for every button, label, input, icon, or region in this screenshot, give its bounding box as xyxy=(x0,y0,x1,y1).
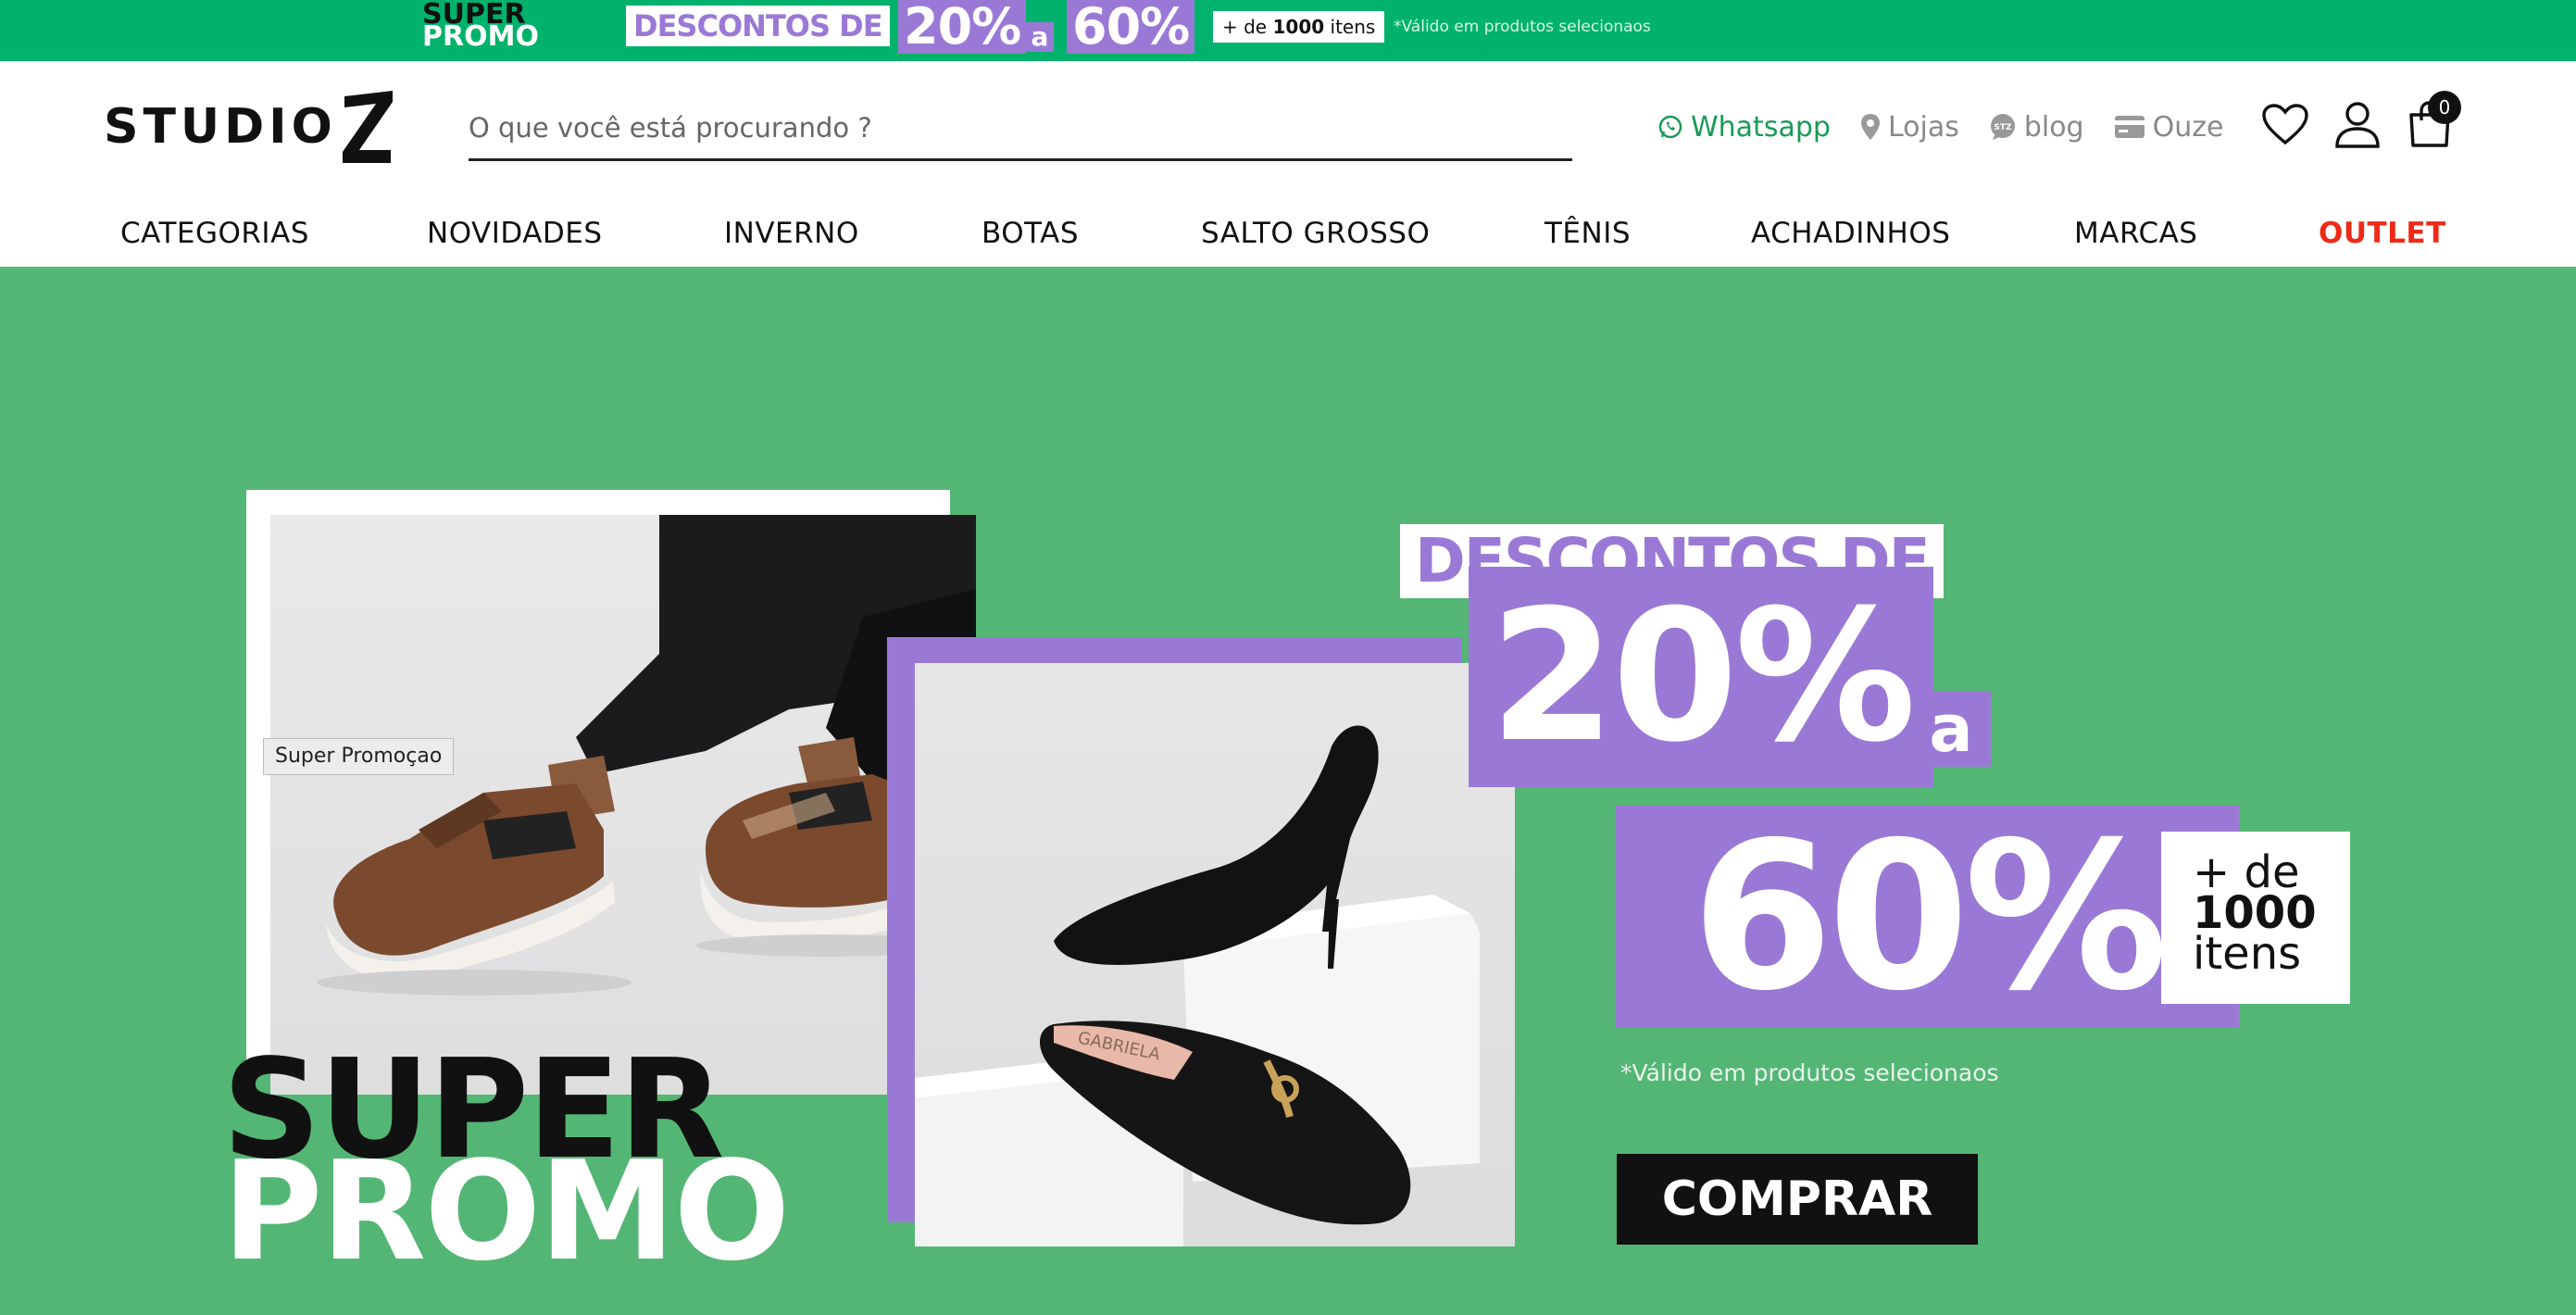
super-promo-title: SUPER PROMO xyxy=(222,1041,790,1291)
wishlist-button[interactable] xyxy=(2259,96,2311,152)
heels-image: GABRIELA xyxy=(915,725,1480,1246)
nav-categorias[interactable]: CATEGORIAS xyxy=(120,209,309,257)
whatsapp-link[interactable]: Whatsapp xyxy=(1657,111,1831,144)
discount-from-badge: 20% xyxy=(1469,567,1933,787)
discount-to-badge: 60% xyxy=(1615,806,2239,1028)
validity-note: *Válido em produtos selecionaos xyxy=(1620,1059,1999,1086)
super-promocao-tag: Super Promoçao xyxy=(263,738,455,775)
stores-link[interactable]: Lojas xyxy=(1860,111,1959,144)
nav-outlet[interactable]: OUTLET xyxy=(2319,209,2446,257)
logo-z-mark xyxy=(342,91,393,163)
items-count-badge: + de 1000 itens xyxy=(2161,832,2350,1004)
whatsapp-label: Whatsapp xyxy=(1691,110,1831,144)
sneakers-photo xyxy=(270,515,976,1095)
promo-strip-descontos: DESCONTOS DE xyxy=(626,6,890,46)
account-button[interactable] xyxy=(2332,96,2383,152)
promo-strip-items-prefix: + de xyxy=(1222,16,1268,38)
promo-strip-pct-to: 60% xyxy=(1067,0,1195,54)
super-promo-title-promo: PROMO xyxy=(222,1132,790,1291)
map-pin-icon xyxy=(1860,114,1880,140)
promo-strip-items-suffix: itens xyxy=(1330,16,1376,38)
sneakers-image xyxy=(317,515,976,996)
promo-strip-items: + de 1000 itens xyxy=(1213,11,1385,43)
credit-card-icon xyxy=(2114,116,2145,138)
promo-strip-validity: *Válido em produtos selecionaos xyxy=(1394,18,1651,36)
items-suffix: itens xyxy=(2193,928,2302,980)
stores-label: Lojas xyxy=(1887,110,1959,144)
promo-strip-items-count: 1000 xyxy=(1272,16,1325,38)
svg-text:STZ: STZ xyxy=(1994,123,2012,132)
ouze-link[interactable]: Ouze xyxy=(2114,110,2224,144)
comprar-button[interactable]: COMPRAR xyxy=(1617,1154,1978,1245)
blog-label: blog xyxy=(2023,110,2084,144)
hero-banner[interactable]: Super Promoçao GABRIELA SUPER PROMO DESC… xyxy=(0,267,2576,1315)
nav-marcas[interactable]: MARCAS xyxy=(2074,209,2197,257)
header-links: Whatsapp Lojas STZ blog Ouze xyxy=(1657,104,2253,150)
nav-achadinhos[interactable]: ACHADINHOS xyxy=(1751,209,1950,257)
site-logo[interactable]: STUDIO xyxy=(104,89,396,165)
cart-count-badge: 0 xyxy=(2428,91,2461,124)
whatsapp-icon xyxy=(1658,115,1682,139)
promo-strip-promo: PROMO xyxy=(422,20,539,53)
main-nav: CATEGORIAS NOVIDADES INVERNO BOTAS SALTO… xyxy=(0,209,2576,257)
nav-novidades[interactable]: NOVIDADES xyxy=(427,209,603,257)
nav-botas[interactable]: BOTAS xyxy=(982,209,1079,257)
blog-link[interactable]: STZ blog xyxy=(1989,111,2084,144)
logo-text: STUDIO xyxy=(104,99,337,155)
blog-bubble-icon: STZ xyxy=(1990,114,2015,140)
discount-connector: a xyxy=(1911,691,1991,767)
search-input[interactable] xyxy=(469,100,1572,156)
heels-photo: GABRIELA xyxy=(915,663,1515,1246)
nav-salto-grosso[interactable]: SALTO GROSSO xyxy=(1201,209,1430,257)
promo-strip-pct-from: 20% xyxy=(898,0,1027,54)
promo-strip[interactable]: SUPER PROMO DESCONTOS DE 20% a 60% + de … xyxy=(0,0,2576,61)
heart-icon xyxy=(2262,104,2308,145)
ouze-label: Ouze xyxy=(2152,110,2224,144)
promo-strip-logo: SUPER PROMO xyxy=(422,0,570,53)
search-box xyxy=(469,100,1572,161)
promo-strip-connector: a xyxy=(1026,22,1054,52)
nav-inverno[interactable]: INVERNO xyxy=(724,209,859,257)
nav-tenis[interactable]: TÊNIS xyxy=(1544,209,1631,257)
user-icon xyxy=(2335,102,2380,148)
